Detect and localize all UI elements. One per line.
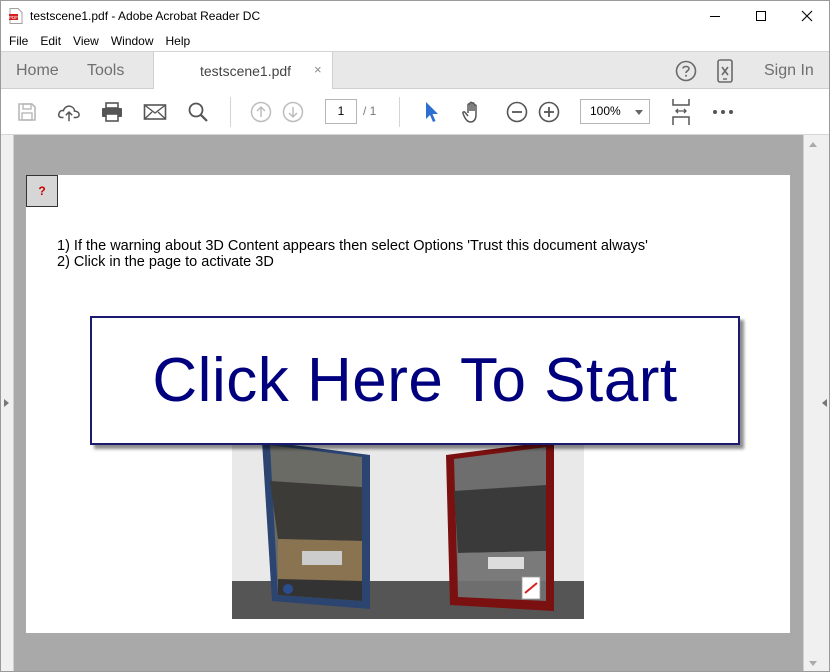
close-button[interactable] [784, 1, 829, 31]
fit-page-icon[interactable] [669, 97, 693, 127]
tab-document-label: testscene1.pdf [200, 63, 292, 79]
expand-left-icon [4, 399, 9, 407]
tab-home[interactable]: Home [16, 62, 59, 80]
zoom-value: 100% [590, 104, 621, 118]
mobile-link-icon[interactable] [716, 59, 734, 83]
menu-file[interactable]: File [3, 34, 34, 48]
page-total: / 1 [363, 104, 377, 118]
menu-help[interactable]: Help [160, 34, 197, 48]
hand-icon[interactable] [461, 100, 485, 124]
toolbar-separator [230, 97, 231, 127]
instruction-line-1: 1) If the warning about 3D Content appea… [57, 238, 648, 254]
zoom-out-icon[interactable] [505, 100, 529, 124]
print-icon[interactable] [100, 100, 124, 124]
click-to-start-button[interactable]: Click Here To Start [90, 316, 740, 445]
expand-right-icon[interactable] [822, 399, 827, 407]
minimize-button[interactable] [692, 1, 738, 31]
menu-edit[interactable]: Edit [34, 34, 67, 48]
zoom-in-icon[interactable] [537, 100, 561, 124]
email-icon[interactable] [143, 100, 167, 124]
prev-page-icon[interactable] [249, 100, 273, 124]
close-icon [801, 10, 813, 22]
tab-close-icon[interactable]: × [314, 62, 322, 77]
next-page-icon[interactable] [281, 100, 305, 124]
menu-view[interactable]: View [67, 34, 105, 48]
toolbar: 1 / 1 100% [1, 89, 829, 135]
acrobat-window: PDF testscene1.pdf - Adobe Acrobat Reade… [0, 0, 830, 672]
tab-bar: Home Tools testscene1.pdf × Sign In [1, 51, 829, 90]
maximize-icon [756, 11, 766, 21]
minimize-icon [710, 16, 720, 17]
upload-icon[interactable] [57, 100, 81, 124]
select-cursor-icon[interactable] [419, 100, 443, 124]
pdf-page[interactable]: ? 1) If the warning about 3D Content app… [26, 175, 790, 633]
sign-in-link[interactable]: Sign In [764, 62, 814, 80]
start-button-label: Click Here To Start [152, 346, 678, 415]
window-title: testscene1.pdf - Adobe Acrobat Reader DC [30, 9, 261, 23]
scroll-down-icon[interactable] [809, 661, 817, 666]
tab-document[interactable]: testscene1.pdf × [153, 52, 333, 90]
instruction-line-2: 2) Click in the page to activate 3D [57, 254, 274, 270]
title-bar: PDF testscene1.pdf - Adobe Acrobat Reade… [1, 1, 829, 31]
scroll-up-icon[interactable] [809, 142, 817, 147]
pdf-file-icon: PDF [9, 8, 23, 24]
more-icon[interactable] [711, 100, 735, 124]
page-number-input[interactable]: 1 [325, 99, 357, 124]
menu-window[interactable]: Window [105, 34, 160, 48]
menu-bar: File Edit View Window Help [1, 31, 829, 51]
zoom-select[interactable]: 100% [580, 99, 650, 124]
chevron-down-icon [635, 110, 643, 115]
help-icon[interactable] [675, 60, 697, 82]
vertical-scrollbar[interactable] [803, 135, 829, 671]
left-panel-toggle[interactable] [1, 135, 14, 671]
scene-preview-image [232, 441, 584, 619]
tab-tools[interactable]: Tools [87, 62, 124, 80]
search-icon[interactable] [186, 100, 210, 124]
svg-text:PDF: PDF [9, 15, 18, 20]
maximize-button[interactable] [738, 1, 784, 31]
document-viewer[interactable]: ? 1) If the warning about 3D Content app… [1, 135, 829, 671]
toolbar-separator [399, 97, 400, 127]
save-icon[interactable] [15, 100, 39, 124]
help-marker[interactable]: ? [26, 175, 58, 207]
